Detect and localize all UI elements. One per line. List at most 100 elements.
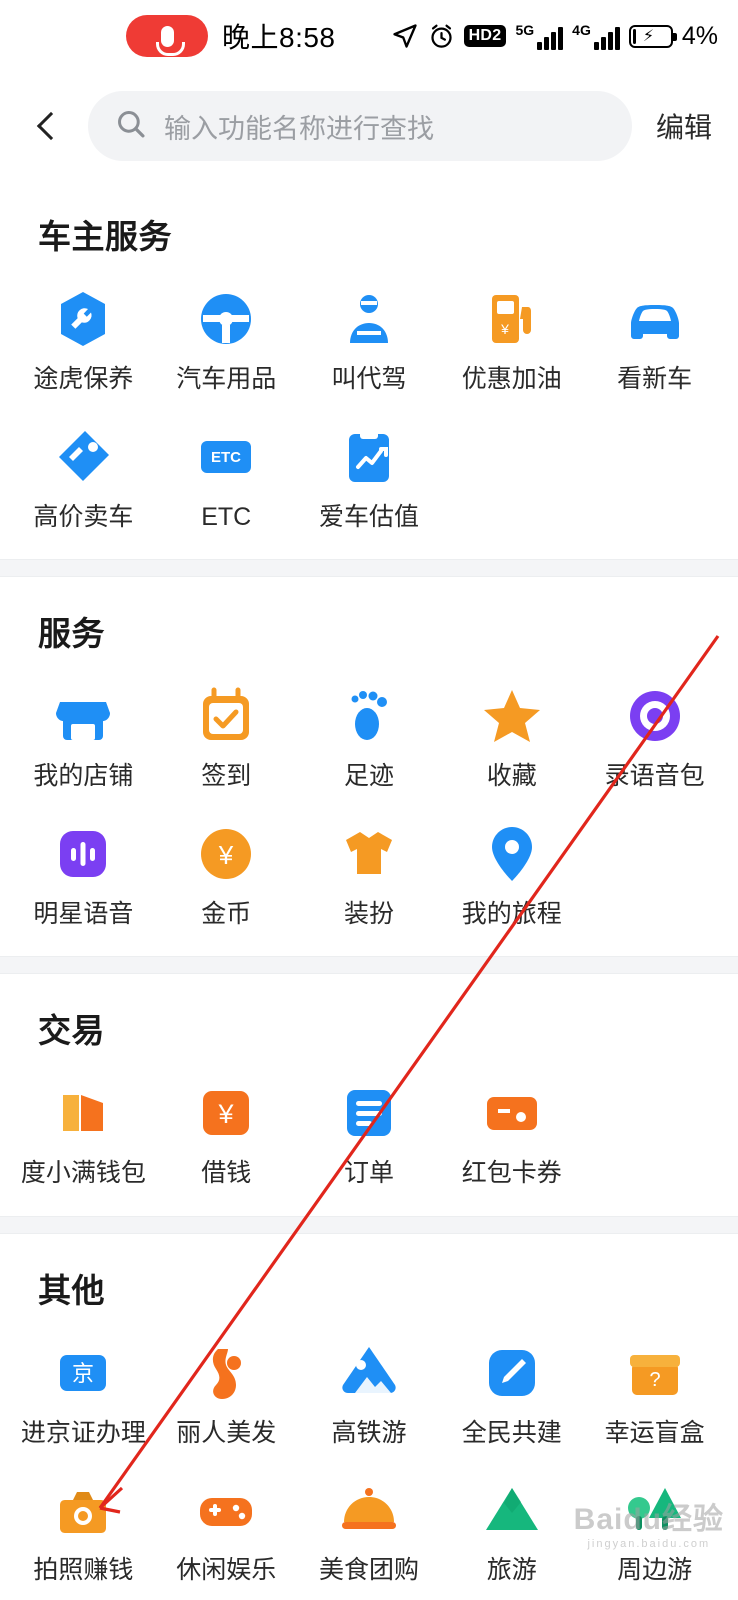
grid-item[interactable]: 汽车用品 [155,274,298,408]
grid-item[interactable]: ETC ETC [155,412,298,546]
network-5g-label: 5G [515,21,535,38]
grid-item-label: 全民共建 [461,1418,562,1447]
map-pin-icon [479,821,545,887]
beijing-permit-icon: 京 [50,1340,116,1406]
yuan-note-icon: ¥ [193,1080,259,1146]
svg-text:¥: ¥ [218,1099,235,1129]
icon-grid: 度小满钱包 ¥ 借钱 订单 红包卡券 [0,1062,738,1202]
grid-item-label: ETC [201,502,252,531]
battery-charging-icon: ⚡ [628,24,677,48]
grid-item[interactable]: 明星语音 [12,809,155,943]
footprint-icon [336,683,402,749]
hair-salon-icon [193,1340,259,1406]
section-divider [0,559,738,577]
signal-4g-group: 4G [572,23,620,50]
grid-item-label: 借钱 [201,1159,252,1187]
grid-item[interactable]: 签到 [155,671,298,805]
signal-bars-icon-2 [593,26,620,50]
alarm-clock-icon [428,23,455,50]
grid-item-label: 优惠加油 [461,365,562,393]
section-title: 车主服务 [38,218,172,255]
edit-button[interactable]: 编辑 [642,106,718,146]
game-controller-icon [193,1477,259,1543]
etc-card-icon: ETC [193,424,259,490]
grid-item[interactable]: 途虎保养 [12,274,155,408]
section-divider [0,1215,738,1234]
grid-item-label: 拍照赚钱 [33,1556,134,1584]
mystery-box-icon: ? [622,1340,688,1406]
grid-item[interactable]: 看新车 [583,274,726,408]
section-title: 其他 [38,1271,105,1309]
icon-grid: 途虎保养 汽车用品 叫代驾 ¥ 优惠加油 看新车高价卖车 ETC ETC 爱车估值 [0,268,738,545]
search-input[interactable]: 输入功能名称进行查找 [88,91,632,161]
grid-item-label: 休闲娱乐 [176,1556,277,1584]
grid-item-label: 订单 [343,1159,394,1187]
hd-voice-badge: HD2 [463,25,507,47]
grid-item-label: 签到 [201,762,252,790]
grid-item[interactable]: 红包卡券 [440,1068,583,1202]
grid-item[interactable]: 度小满钱包 [12,1068,155,1202]
grid-item[interactable]: 爱车估值 [298,412,441,546]
grid-item[interactable]: 休闲娱乐 [155,1465,298,1599]
svg-text:ETC: ETC [211,449,241,466]
order-list-icon [336,1080,402,1146]
watermark: Baidu经验 jingyan.baidu.com [573,1503,724,1550]
camera-bag-icon [50,1477,116,1543]
sections-root: 车主服务 途虎保养 汽车用品 叫代驾 ¥ 优惠加油 看新车 高价卖车 ETC ETC 爱车估值 服务我… [0,180,738,1600]
signal-5g-group: 5G [515,21,564,50]
grid-item-label: 幸运盲盒 [604,1418,705,1447]
grid-item-label: 周边游 [617,1556,693,1584]
grid-item-label: 丽人美发 [176,1418,277,1447]
grid-item[interactable]: 高价卖车 [12,412,155,546]
grid-item-label: 我的旅程 [461,899,562,928]
grid-item-label: 录语音包 [604,762,705,790]
status-right-group: HD2 5G 4G ⚡ 4% [391,22,718,51]
grid-item-label: 高铁游 [331,1418,407,1447]
grid-item[interactable]: ? 幸运盲盒 [583,1328,726,1462]
grid-item[interactable]: 录语音包 [583,671,726,805]
back-chevron-icon[interactable] [24,102,72,150]
wallet-icon [50,1080,116,1146]
grid-item[interactable]: 拍照赚钱 [12,1465,155,1599]
grid-item-label: 爱车估值 [318,502,419,531]
section-2: 交易 度小满钱包 ¥ 借钱 订单 红包卡券 [0,974,738,1216]
grid-item[interactable]: 京进京证办理 [12,1328,155,1462]
svg-text:¥: ¥ [500,321,509,337]
grid-item-label: 金币 [201,899,252,928]
grid-item[interactable]: ¥ 金币 [155,809,298,943]
calendar-check-icon [193,683,259,749]
star-icon [479,683,545,749]
coupon-card-icon [479,1080,545,1146]
section-1: 服务 我的店铺 签到 足迹 收藏 录语音包 明星语音 ¥ 金币 装扮 我的旅程 [0,577,738,956]
network-4g-label: 4G [572,21,591,38]
grid-item[interactable]: 美食团购 [298,1465,441,1599]
search-placeholder: 输入功能名称进行查找 [164,113,434,144]
icon-grid: 我的店铺 签到 足迹 收藏 录语音包明星语音 ¥ 金币 装扮 我的旅程 [0,665,738,942]
grid-item[interactable]: 叫代驾 [298,274,441,408]
app-screen: 晚上8:58 HD2 5G 4G ⚡ 4% 输入功能名称进行查找 编辑 车主服务… [0,0,738,1600]
grid-item[interactable]: 足迹 [298,671,441,805]
mountains-icon [479,1477,545,1543]
grid-item[interactable]: 全民共建 [440,1328,583,1462]
battery-percent-label: 4% [681,21,718,50]
grid-item[interactable]: 高铁游 [298,1328,441,1462]
grid-item-label: 美食团购 [318,1556,419,1584]
mountain-photo-icon [336,1340,402,1406]
icon-grid: 京进京证办理 丽人美发 高铁游 全民共建? 幸运盲盒 拍照赚钱 休闲娱乐 美食团购 旅游 周边游 [0,1322,738,1599]
grid-item[interactable]: 我的旅程 [440,809,583,943]
grid-item[interactable]: 订单 [298,1068,441,1202]
grid-item[interactable]: 收藏 [440,671,583,805]
grid-item[interactable]: 我的店铺 [12,671,155,805]
status-left-group: 晚上8:58 [126,15,336,57]
grid-item[interactable]: 装扮 [298,809,441,943]
food-dome-icon [336,1477,402,1543]
grid-item[interactable]: ¥ 优惠加油 [440,274,583,408]
grid-item-label: 看新车 [617,365,693,393]
tshirt-icon [336,821,402,887]
grid-item-label: 红包卡券 [461,1159,562,1187]
signal-bars-icon [537,26,564,50]
grid-item[interactable]: 旅游 [440,1465,583,1599]
grid-item[interactable]: 丽人美发 [155,1328,298,1462]
grid-item[interactable]: ¥ 借钱 [155,1068,298,1202]
grid-item-label: 足迹 [343,762,394,790]
